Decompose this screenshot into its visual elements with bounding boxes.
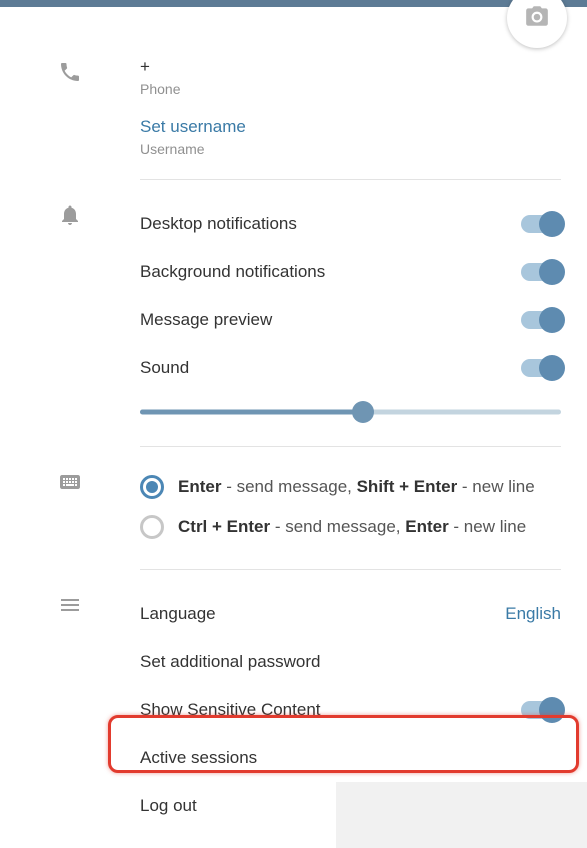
show-sensitive-content-row[interactable]: Show Sensitive Content <box>140 686 561 734</box>
radio-unselected-icon <box>140 515 164 539</box>
show-sensitive-content-toggle[interactable] <box>521 701 561 719</box>
volume-slider[interactable] <box>140 400 561 424</box>
additional-password-label: Set additional password <box>140 652 321 671</box>
set-username-link[interactable]: Set username <box>140 117 561 137</box>
desktop-notifications-row[interactable]: Desktop notifications <box>140 200 561 248</box>
desktop-notifications-label: Desktop notifications <box>140 214 297 234</box>
divider <box>140 446 561 447</box>
menu-icon <box>58 593 82 830</box>
desktop-notifications-toggle[interactable] <box>521 215 561 233</box>
send-ctrl-enter-label: Ctrl + Enter - send message, Enter - new… <box>178 517 526 537</box>
language-value: English <box>505 604 561 624</box>
send-enter-option[interactable]: Enter - send message, Shift + Enter - ne… <box>140 467 561 507</box>
sound-toggle[interactable] <box>521 359 561 377</box>
phone-row[interactable]: + Phone <box>140 57 561 97</box>
additional-password-row[interactable]: Set additional password <box>140 638 561 686</box>
active-sessions-label: Active sessions <box>140 748 257 767</box>
active-sessions-row[interactable]: Active sessions <box>140 734 561 782</box>
sound-row[interactable]: Sound <box>140 344 561 392</box>
top-bar <box>0 0 587 7</box>
language-label: Language <box>140 604 216 624</box>
bell-icon <box>58 203 82 467</box>
radio-selected-icon <box>140 475 164 499</box>
sound-label: Sound <box>140 358 189 378</box>
divider <box>140 569 561 570</box>
divider <box>140 179 561 180</box>
background-notifications-row[interactable]: Background notifications <box>140 248 561 296</box>
keyboard-icon <box>58 470 82 590</box>
background-notifications-toggle[interactable] <box>521 263 561 281</box>
username-label: Username <box>140 141 561 157</box>
logout-label: Log out <box>140 796 197 815</box>
send-enter-label: Enter - send message, Shift + Enter - ne… <box>178 477 535 497</box>
message-preview-row[interactable]: Message preview <box>140 296 561 344</box>
phone-icon <box>58 60 82 200</box>
overlay-patch <box>336 782 587 848</box>
phone-value: + <box>140 57 561 77</box>
username-row[interactable]: Set username Username <box>140 117 561 157</box>
phone-label: Phone <box>140 81 561 97</box>
send-ctrl-enter-option[interactable]: Ctrl + Enter - send message, Enter - new… <box>140 507 561 547</box>
show-sensitive-content-label: Show Sensitive Content <box>140 700 321 720</box>
message-preview-toggle[interactable] <box>521 311 561 329</box>
background-notifications-label: Background notifications <box>140 262 325 282</box>
language-row[interactable]: Language English <box>140 590 561 638</box>
camera-icon <box>524 3 550 34</box>
message-preview-label: Message preview <box>140 310 272 330</box>
